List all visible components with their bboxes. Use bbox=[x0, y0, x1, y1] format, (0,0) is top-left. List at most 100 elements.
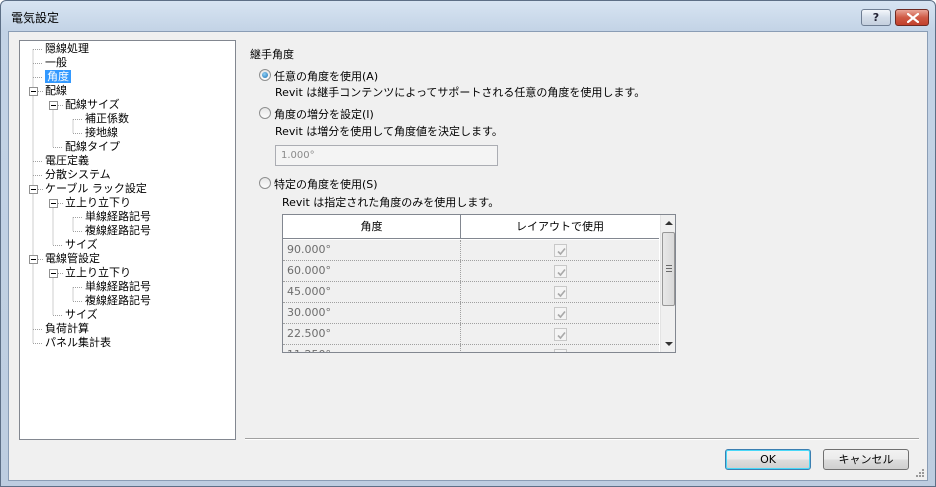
tree-item[interactable]: 配線タイプ bbox=[65, 140, 120, 154]
use-in-layout-checkbox[interactable] bbox=[554, 265, 567, 278]
column-header-angle[interactable]: 角度 bbox=[283, 215, 461, 239]
tree-item-label: サイズ bbox=[65, 308, 98, 321]
tree-item[interactable]: 複線経路記号 bbox=[85, 294, 151, 308]
tree-item[interactable]: パネル集計表 bbox=[45, 336, 111, 350]
angle-table-row[interactable]: 30.000° bbox=[283, 303, 659, 324]
tree-item-label: 複線経路記号 bbox=[85, 294, 151, 307]
checkmark-icon bbox=[557, 268, 566, 277]
tree-item[interactable]: ケーブル ラック設定 bbox=[45, 182, 147, 196]
angle-increment-input[interactable]: 1.000° bbox=[275, 145, 498, 166]
tree-item[interactable]: 電線管設定 bbox=[45, 252, 100, 266]
set-angle-increment-description: Revit は増分を使用して角度値を決定します。 bbox=[275, 125, 503, 138]
tree-item-label: 角度 bbox=[45, 70, 71, 83]
window-title: 電気設定 bbox=[11, 11, 60, 25]
tree-item-label: パネル集計表 bbox=[45, 336, 111, 349]
tree-item[interactable]: 配線サイズ bbox=[65, 98, 120, 112]
column-header-use-in-layout[interactable]: レイアウトで使用 bbox=[461, 215, 659, 239]
angle-table-row[interactable]: 90.000° bbox=[283, 240, 659, 261]
tree-collapse-icon[interactable] bbox=[29, 255, 38, 264]
tree-item-label: 補正係数 bbox=[85, 112, 129, 125]
angle-table-row[interactable]: 45.000° bbox=[283, 282, 659, 303]
scroll-down-arrow-icon[interactable] bbox=[665, 342, 673, 346]
tree-item-label: 単線経路記号 bbox=[85, 280, 151, 293]
angle-table-row[interactable]: 11.250° bbox=[283, 345, 659, 353]
ok-button[interactable]: OK bbox=[725, 449, 811, 470]
tree-item[interactable]: 複線経路記号 bbox=[85, 224, 151, 238]
angle-table-row[interactable]: 22.500° bbox=[283, 324, 659, 345]
cancel-button[interactable]: キャンセル bbox=[823, 449, 909, 470]
close-icon bbox=[907, 13, 919, 23]
tree-item-label: 電線管設定 bbox=[45, 252, 100, 265]
grip-line bbox=[666, 268, 672, 269]
tree-item-label: 配線サイズ bbox=[65, 98, 120, 111]
checkmark-icon bbox=[557, 247, 566, 256]
use-specific-angles-label[interactable]: 特定の角度を使用(S) bbox=[274, 176, 378, 192]
tree-item[interactable]: 単線経路記号 bbox=[85, 210, 151, 224]
use-in-layout-checkbox[interactable] bbox=[554, 286, 567, 299]
use-any-angle-label[interactable]: 任意の角度を使用(A) bbox=[274, 68, 378, 84]
checkmark-icon bbox=[556, 351, 567, 353]
scroll-up-arrow-icon[interactable] bbox=[665, 221, 673, 225]
use-in-layout-checkbox[interactable] bbox=[554, 244, 567, 257]
tree-item-label: ケーブル ラック設定 bbox=[45, 182, 147, 195]
tree-collapse-icon[interactable] bbox=[49, 199, 58, 208]
use-specific-angles-radio[interactable] bbox=[259, 177, 271, 189]
use-in-layout-checkbox[interactable] bbox=[554, 307, 567, 320]
set-angle-increment-label[interactable]: 角度の増分を設定(I) bbox=[274, 106, 374, 122]
use-any-angle-radio[interactable] bbox=[259, 69, 271, 81]
tree-item-label: 一般 bbox=[45, 56, 67, 69]
angle-value-cell[interactable]: 11.250° bbox=[283, 345, 461, 352]
tree-item[interactable]: 補正係数 bbox=[85, 112, 129, 126]
angles-table[interactable]: 角度 レイアウトで使用 90.000° 60.000° 45.000° 30.000°… bbox=[282, 214, 676, 353]
angle-value-cell[interactable]: 45.000° bbox=[283, 282, 461, 302]
tree-item[interactable]: 電圧定義 bbox=[45, 154, 89, 168]
angle-value-cell[interactable]: 22.500° bbox=[283, 324, 461, 344]
scrollbar-thumb[interactable] bbox=[662, 232, 675, 306]
tree-item[interactable]: 単線経路記号 bbox=[85, 280, 151, 294]
table-vertical-scrollbar[interactable] bbox=[660, 215, 675, 352]
tree-collapse-icon[interactable] bbox=[29, 185, 38, 194]
tree-item-label: 単線経路記号 bbox=[85, 210, 151, 223]
tree-item-label: 配線 bbox=[45, 84, 67, 97]
angle-value-cell[interactable]: 60.000° bbox=[283, 261, 461, 281]
dialog-client-area: 隠線処理 一般 角度 配線 配線サイズ 補正係数 接地線 配線タイプ 電圧定義 分散システム ケーブ… bbox=[8, 31, 928, 481]
angle-value-cell[interactable]: 30.000° bbox=[283, 303, 461, 323]
use-in-layout-checkbox[interactable] bbox=[554, 328, 567, 341]
tree-item[interactable]: 配線 bbox=[45, 84, 67, 98]
tree-item-label: サイズ bbox=[65, 238, 98, 251]
tree-item[interactable]: 負荷計算 bbox=[45, 322, 89, 336]
close-button[interactable] bbox=[895, 9, 929, 26]
checkmark-icon bbox=[557, 331, 566, 340]
tree-item[interactable]: 立上り立下り bbox=[65, 196, 131, 210]
tree-item[interactable]: 接地線 bbox=[85, 126, 118, 140]
tree-collapse-icon[interactable] bbox=[49, 269, 58, 278]
checkmark-icon bbox=[557, 289, 566, 298]
tree-collapse-icon[interactable] bbox=[29, 87, 38, 96]
tree-item-label: 複線経路記号 bbox=[85, 224, 151, 237]
tree-item[interactable]: 分散システム bbox=[45, 168, 111, 182]
tree-item[interactable]: 角度 bbox=[45, 70, 71, 84]
tree-item-label: 接地線 bbox=[85, 126, 118, 139]
settings-tree[interactable]: 隠線処理 一般 角度 配線 配線サイズ 補正係数 接地線 配線タイプ 電圧定義 分散システム ケーブ… bbox=[19, 40, 236, 440]
resize-grip-icon[interactable] bbox=[915, 468, 925, 478]
tree-item[interactable]: サイズ bbox=[65, 308, 98, 322]
electrical-settings-window: 電気設定 ? 隠線処理 一般 角度 配線 配線サイズ 補正係数 接地線 配線タイプ 電圧定義 分散… bbox=[0, 0, 936, 487]
tree-item-label: 配線タイプ bbox=[65, 140, 120, 153]
grip-line bbox=[666, 265, 672, 266]
fitting-angles-heading: 継手角度 bbox=[250, 48, 294, 61]
set-angle-increment-radio[interactable] bbox=[259, 107, 271, 119]
angles-table-header: 角度 レイアウトで使用 bbox=[283, 215, 659, 239]
tree-collapse-icon[interactable] bbox=[49, 101, 58, 110]
tree-item-label: 電圧定義 bbox=[45, 154, 89, 167]
use-in-layout-checkbox[interactable] bbox=[554, 349, 567, 353]
tree-item-label: 分散システム bbox=[45, 168, 111, 181]
tree-item[interactable]: 隠線処理 bbox=[45, 42, 89, 56]
angle-table-row[interactable]: 60.000° bbox=[283, 261, 659, 282]
tree-item[interactable]: 立上り立下り bbox=[65, 266, 131, 280]
help-button[interactable]: ? bbox=[861, 9, 891, 26]
tree-item[interactable]: 一般 bbox=[45, 56, 67, 70]
angle-value-cell[interactable]: 90.000° bbox=[283, 240, 461, 260]
tree-item[interactable]: サイズ bbox=[65, 238, 98, 252]
title-bar[interactable]: 電気設定 ? bbox=[1, 1, 935, 31]
tree-item-label: 隠線処理 bbox=[45, 42, 89, 55]
